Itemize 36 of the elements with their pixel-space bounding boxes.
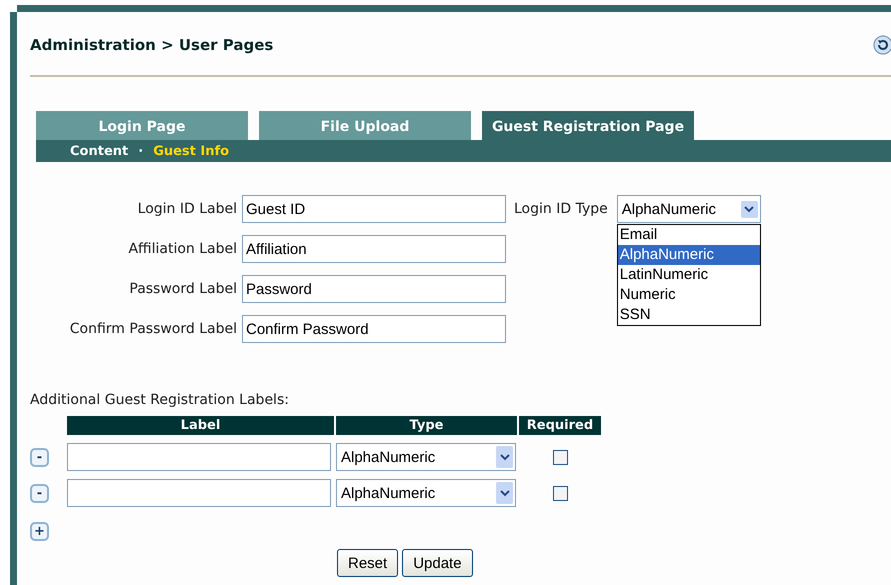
remove-button[interactable]: -: [30, 484, 49, 502]
add-button[interactable]: +: [30, 522, 49, 541]
type-dropdown[interactable]: AlphaNumeric: [616, 195, 761, 223]
form-button[interactable]: Reset: [337, 549, 398, 577]
dropdown-option[interactable]: Email: [618, 225, 760, 245]
dropdown-option[interactable]: LatinNumeric: [618, 265, 760, 285]
type-dropdown[interactable]: AlphaNumeric: [336, 443, 516, 471]
text-field[interactable]: Affiliation: [242, 235, 506, 263]
text-field[interactable]: Confirm Password: [242, 315, 506, 343]
section-title: Additional Guest Registration Labels:: [30, 392, 290, 408]
field-label: Login ID Type: [514, 201, 608, 217]
tab[interactable]: Guest Registration Page: [482, 111, 694, 140]
column-header: Type: [336, 416, 517, 435]
dropdown-option[interactable]: AlphaNumeric: [618, 245, 760, 265]
field-label: Confirm Password Label: [70, 321, 237, 337]
column-header: Label: [67, 416, 334, 435]
text-field[interactable]: Guest ID: [242, 195, 506, 223]
column-header: Required: [519, 416, 601, 435]
field-label: Affiliation Label: [128, 241, 237, 257]
refresh-icon[interactable]: [873, 35, 891, 55]
form-button[interactable]: Update: [402, 549, 473, 577]
separator-dot: ·: [138, 144, 144, 158]
subtab-link[interactable]: Guest Info: [153, 144, 230, 158]
text-field[interactable]: [67, 443, 331, 471]
dropdown-option[interactable]: Numeric: [618, 285, 760, 305]
required-checkbox[interactable]: [552, 450, 568, 464]
type-dropdown[interactable]: AlphaNumeric: [336, 479, 516, 507]
subtab-link[interactable]: Content: [70, 144, 128, 158]
dropdown-option[interactable]: SSN: [618, 305, 760, 325]
required-checkbox[interactable]: [552, 486, 568, 500]
breadcrumb: Administration > User Pages: [30, 36, 274, 54]
text-field[interactable]: Password: [242, 275, 506, 303]
field-label: Password Label: [129, 281, 237, 297]
field-label: Login ID Label: [138, 201, 237, 217]
remove-button[interactable]: -: [30, 448, 49, 466]
text-field[interactable]: [67, 479, 331, 507]
